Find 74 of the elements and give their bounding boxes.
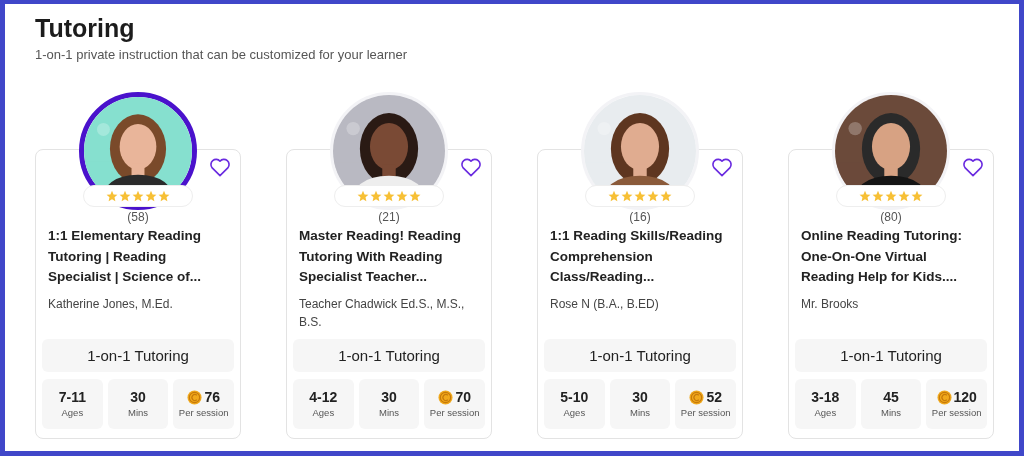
teacher-name: Rose N (B.A., B.ED) — [549, 295, 660, 313]
format-label: 1-on-1 Tutoring — [795, 339, 987, 372]
stat-label: Mins — [629, 406, 651, 420]
format-label: 1-on-1 Tutoring — [293, 339, 485, 372]
stat-label: Ages — [61, 406, 84, 420]
star-icon — [396, 190, 408, 202]
star-icon — [132, 190, 144, 202]
coin-icon — [187, 389, 203, 405]
stat-label: Per session — [680, 406, 731, 420]
tutor-card[interactable]: (21) Master Reading! Reading Tutoring With Reading Specialist Teacher... Teacher Chadwick Ed.S., M.S., B.S. 1-on-1 Tutoring 4-12 Ages 30 Mins 70 Per session — [286, 149, 492, 439]
star-icon — [106, 190, 118, 202]
review-count: (58) — [127, 210, 149, 224]
tutor-card[interactable]: (80) Online Reading Tutoring: One-On-One Virtual Reading Help for Kids.... Mr. Brooks 1-on-1 Tutoring 3-18 Ages 45 Mins 120 Per session — [788, 149, 994, 439]
star-icon — [383, 190, 395, 202]
star-icon — [357, 190, 369, 202]
stat-value: 30 — [130, 388, 146, 406]
star-icon — [872, 190, 884, 202]
stat-label: Ages — [312, 406, 335, 420]
review-count: (16) — [629, 210, 651, 224]
stat-value: 120 — [936, 388, 977, 406]
stat-label: Per session — [429, 406, 480, 420]
stat-label: Mins — [127, 406, 149, 420]
stat-label: Mins — [378, 406, 400, 420]
review-count: (21) — [378, 210, 400, 224]
star-icon — [885, 190, 897, 202]
tutor-card[interactable]: (58) 1:1 Elementary Reading Tutoring | Reading Specialist | Science of... Katherine Jones, M.Ed. 1-on-1 Tutoring 7-11 Ages 30 Mins 76 Per session — [35, 149, 241, 439]
class-title[interactable]: 1:1 Reading Skills/Reading Comprehension Class/Reading... — [544, 226, 736, 288]
stat-value: 30 — [381, 388, 397, 406]
heart-icon[interactable] — [962, 157, 984, 177]
tutor-card[interactable]: (16) 1:1 Reading Skills/Reading Comprehension Class/Reading... Rose N (B.A., B.ED) 1-on-1 Tutoring 5-10 Ages 30 Mins 52 Per session — [537, 149, 743, 439]
star-icon — [145, 190, 157, 202]
coin-icon — [438, 389, 454, 405]
star-icon — [660, 190, 672, 202]
stat-label: Per session — [931, 406, 982, 420]
teacher-name: Teacher Chadwick Ed.S., M.S., B.S. — [298, 295, 466, 331]
heart-icon[interactable] — [711, 157, 733, 177]
stat-value: 70 — [438, 388, 471, 406]
review-count: (80) — [880, 210, 902, 224]
star-icon — [409, 190, 421, 202]
stat-value: 52 — [689, 388, 722, 406]
star-icon — [119, 190, 131, 202]
star-icon — [608, 190, 620, 202]
heart-icon[interactable] — [209, 157, 231, 177]
stat-value: 4-12 — [309, 388, 338, 406]
star-icon — [370, 190, 382, 202]
star-icon — [634, 190, 646, 202]
star-icon — [911, 190, 923, 202]
stat-value: 30 — [632, 388, 648, 406]
star-icon — [859, 190, 871, 202]
format-label: 1-on-1 Tutoring — [544, 339, 736, 372]
coin-icon — [936, 389, 952, 405]
star-icon — [898, 190, 910, 202]
star-icon — [158, 190, 170, 202]
format-label: 1-on-1 Tutoring — [42, 339, 234, 372]
stat-label: Ages — [563, 406, 586, 420]
stat-value: 5-10 — [560, 388, 589, 406]
teacher-name: Katherine Jones, M.Ed. — [47, 295, 174, 313]
star-icon — [621, 190, 633, 202]
coin-icon — [689, 389, 705, 405]
stat-label: Per session — [178, 406, 229, 420]
stat-value: 3-18 — [811, 388, 840, 406]
class-title[interactable]: Online Reading Tutoring: One-On-One Virtual Reading Help for Kids.... — [795, 226, 987, 288]
stat-label: Ages — [814, 406, 837, 420]
star-icon — [647, 190, 659, 202]
section-subtitle: 1-on-1 private instruction that can be customized for your learner — [35, 46, 408, 64]
stat-value: 76 — [187, 388, 220, 406]
class-title[interactable]: Master Reading! Reading Tutoring With Reading Specialist Teacher... — [293, 226, 485, 288]
heart-icon[interactable] — [460, 157, 482, 177]
class-title[interactable]: 1:1 Elementary Reading Tutoring | Reading Specialist | Science of... — [42, 226, 234, 288]
section-title: Tutoring — [35, 13, 135, 44]
stat-label: Mins — [880, 406, 902, 420]
stat-value: 7-11 — [58, 388, 86, 406]
teacher-name: Mr. Brooks — [800, 295, 860, 313]
stat-value: 45 — [883, 388, 899, 406]
